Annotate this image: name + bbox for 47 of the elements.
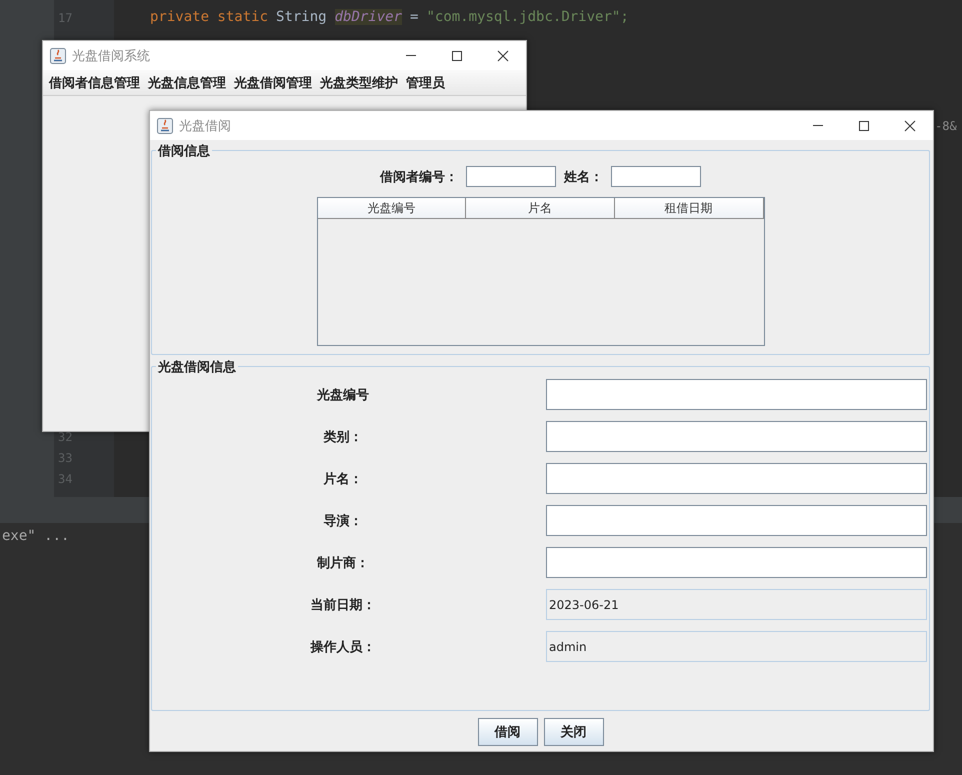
code-token: private static (150, 9, 268, 25)
menu-item[interactable]: 管理员 (404, 74, 451, 92)
menu-item[interactable]: 光盘信息管理 (146, 74, 232, 92)
code-token: dbDriver (334, 9, 402, 25)
field-label: 姓名： (564, 168, 603, 186)
dialog-button[interactable]: 借阅 (478, 718, 538, 746)
input-field: 2023-06-21 (546, 589, 927, 620)
input-field[interactable] (546, 505, 927, 536)
column-header[interactable]: 光盘编号 (318, 198, 466, 219)
app-icon (157, 118, 173, 134)
column-header[interactable]: 租借日期 (614, 198, 764, 219)
code-token: String (276, 9, 327, 25)
minimize-icon (813, 125, 823, 126)
maximize-icon (858, 120, 870, 132)
code-token: = (410, 9, 418, 25)
code-token: "com.mysql.jdbc.Driver"; (426, 9, 629, 25)
field-label: 制片商： (317, 554, 369, 572)
maximize-icon (451, 50, 463, 62)
column-header[interactable]: 片名 (466, 198, 615, 219)
app-icon (50, 48, 66, 64)
console-text: exe" ... (2, 528, 70, 544)
menu-item[interactable]: 光盘借阅管理 (232, 74, 318, 92)
input-field: admin (546, 631, 927, 662)
dialog-button[interactable]: 关闭 (544, 718, 604, 746)
menu-item[interactable]: 光盘类型维护 (318, 74, 404, 92)
field-label: 导演： (324, 512, 362, 530)
window-title: 光盘借阅系统 (72, 48, 150, 64)
input-field[interactable] (546, 547, 927, 578)
menu-item[interactable]: 借阅者信息管理 (47, 74, 146, 92)
code-text: -8& (935, 119, 957, 133)
field-label: 光盘编号 (317, 386, 369, 404)
group-title: 借阅信息 (156, 142, 212, 160)
input-field[interactable] (546, 379, 927, 410)
input-field[interactable] (466, 166, 556, 187)
input-field[interactable] (611, 166, 701, 187)
field-label: 当前日期： (310, 596, 376, 614)
field-label: 片名： (324, 470, 362, 488)
group-title: 光盘借阅信息 (156, 358, 238, 376)
close-icon (497, 50, 509, 62)
field-label: 类别： (324, 428, 362, 446)
minimize-icon (406, 55, 416, 56)
input-field[interactable] (546, 463, 927, 494)
input-field[interactable] (546, 421, 927, 452)
field-label: 操作人员： (310, 638, 376, 656)
field-label: 借阅者编号： (380, 168, 458, 186)
window-title: 光盘借阅 (179, 118, 231, 134)
close-icon (904, 120, 916, 132)
